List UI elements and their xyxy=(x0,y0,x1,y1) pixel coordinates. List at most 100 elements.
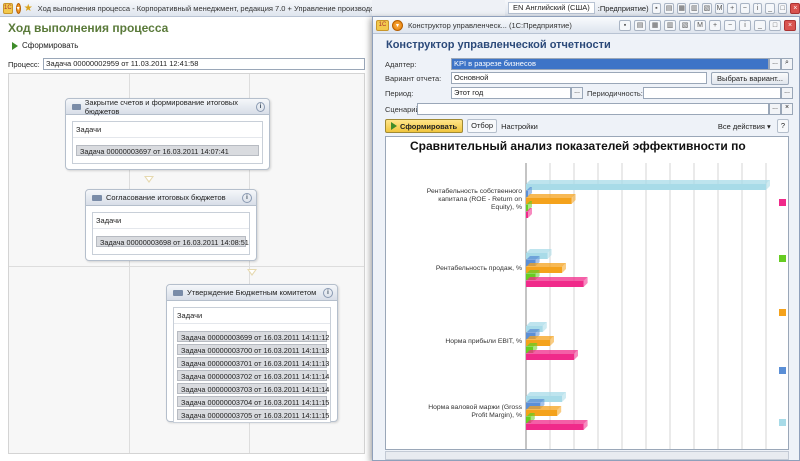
generate-label: Сформировать xyxy=(400,121,458,131)
maximize-icon[interactable]: □ xyxy=(777,2,788,14)
info-icon[interactable]: i xyxy=(242,192,252,203)
grid-icon[interactable]: ▧ xyxy=(702,2,712,14)
bar xyxy=(526,198,572,204)
save-icon[interactable]: ▪ xyxy=(619,19,631,31)
period-field[interactable]: Этот год xyxy=(451,87,571,99)
process-window: 1C ▾ ★ Ход выполнения процесса - Корпора… xyxy=(0,0,372,461)
menu-icon[interactable]: ▾ xyxy=(15,2,21,14)
maximize-icon[interactable]: □ xyxy=(769,19,781,31)
minimize-icon[interactable]: _ xyxy=(754,19,766,31)
help-button[interactable]: ? xyxy=(776,119,789,133)
bar xyxy=(526,354,574,360)
category-label: капитала (ROE - Return on xyxy=(438,196,522,203)
horizontal-scrollbar[interactable] xyxy=(385,451,789,460)
memory-minus-icon[interactable]: − xyxy=(724,19,736,31)
memory-plus-icon[interactable]: + xyxy=(727,2,737,14)
grid-line xyxy=(9,266,364,267)
bar-top xyxy=(526,420,588,424)
memory-plus-icon[interactable]: + xyxy=(709,19,721,31)
periodicity-label-text: Периодичность: xyxy=(587,89,643,98)
task-item[interactable]: Задача 00000003700 от 16.03.2011 14:11:1… xyxy=(177,344,329,355)
task-item[interactable]: Задача 00000003705 от 16.03.2011 14:11:1… xyxy=(177,409,329,420)
calc-icon[interactable]: ▦ xyxy=(676,2,687,14)
scenario-field[interactable] xyxy=(417,103,769,115)
bar-top xyxy=(526,406,562,410)
generate-button[interactable]: Сформировать xyxy=(385,119,464,133)
calc-icon[interactable]: ▦ xyxy=(649,19,661,31)
periodicity-select-button[interactable]: ... xyxy=(781,87,793,99)
tasks-list: Задачи Задача 00000003699 от 16.03.2011 … xyxy=(173,307,331,423)
bar xyxy=(526,281,584,287)
minimize-icon[interactable]: _ xyxy=(765,2,775,14)
play-icon xyxy=(12,41,18,50)
task-item[interactable]: Задача 00000003702 от 16.03.2011 14:11:1… xyxy=(177,370,329,381)
task-item[interactable]: Задача 00000003701 от 16.03.2011 14:11:1… xyxy=(177,357,329,368)
report-toolbar: Сформировать Отбор Настройки Все действи… xyxy=(385,118,789,134)
legend-swatch xyxy=(779,419,786,426)
main-titlebar-controls: EN Английский (США) :Предприятие) ▪ ▤ ▦ … xyxy=(505,0,800,17)
info-icon[interactable]: i xyxy=(255,101,265,112)
memory-icon[interactable]: M xyxy=(694,19,706,31)
process-step-card[interactable]: Закрытие счетов и формирование итоговых … xyxy=(65,98,270,170)
calendar-icon[interactable]: ▥ xyxy=(689,2,700,14)
choose-variant-button[interactable]: Выбрать вариант... xyxy=(711,72,789,85)
info-icon[interactable]: i xyxy=(323,287,333,298)
task-item[interactable]: Задача 00000003703 от 16.03.2011 14:11:1… xyxy=(177,383,329,394)
bar-top xyxy=(526,392,566,396)
keyboard-language[interactable]: EN Английский (США) xyxy=(508,2,595,14)
close-icon[interactable]: × xyxy=(790,2,800,14)
task-item[interactable]: Задача 00000003704 от 16.03.2011 14:11:1… xyxy=(177,396,329,407)
save-icon[interactable]: ▪ xyxy=(651,2,662,14)
all-actions-menu[interactable]: Все действия ▾ xyxy=(718,122,771,131)
clear-icon[interactable]: × xyxy=(781,103,793,115)
memory-icon[interactable]: M xyxy=(714,2,725,14)
app-name: :Предприятие) xyxy=(597,3,649,13)
task-item[interactable]: Задача 00000003697 от 16.03.2011 14:07:4… xyxy=(76,145,259,156)
settings-button[interactable]: Настройки xyxy=(501,122,538,131)
bar xyxy=(526,191,528,197)
select-dots-button[interactable]: ... xyxy=(769,58,781,70)
search-icon[interactable]: ⌕ xyxy=(781,58,793,70)
info-icon[interactable]: i xyxy=(752,2,763,14)
bar xyxy=(526,212,528,218)
period-label-text: Период: xyxy=(385,89,414,98)
close-icon[interactable]: × xyxy=(784,19,796,31)
step-title: Согласование итоговых бюджетов xyxy=(106,193,226,202)
step-icon xyxy=(72,103,81,110)
calendar-icon[interactable]: ▥ xyxy=(664,19,676,31)
run-button[interactable]: Сформировать xyxy=(12,41,78,50)
adapter-label: Адаптер: xyxy=(385,60,416,69)
adapter-field[interactable]: KPI в разрезе бизнесов xyxy=(451,58,769,70)
adapter-label-text: Адаптер: xyxy=(385,60,417,69)
favorite-star-icon[interactable]: ★ xyxy=(24,3,33,14)
process-step-card[interactable]: Согласование итоговых бюджетов i Задачи З… xyxy=(85,189,257,261)
memory-minus-icon[interactable]: − xyxy=(739,2,750,14)
variant-field[interactable]: Основной xyxy=(451,72,707,84)
step-icon xyxy=(92,194,102,201)
task-item[interactable]: Задача 00000003698 от 16.03.2011 14:08:5… xyxy=(96,236,249,247)
report-builder-window: 1C ▾ Конструктор управленческ... (1С:Пре… xyxy=(372,16,800,461)
bar-top xyxy=(526,180,770,184)
print-icon[interactable]: ▤ xyxy=(634,19,646,31)
process-step-card[interactable]: Утверждение Бюджетным комитетом i Задачи … xyxy=(166,284,338,423)
grid-icon[interactable]: ▧ xyxy=(679,19,691,31)
menu-icon[interactable]: ▾ xyxy=(392,19,403,31)
print-icon[interactable]: ▤ xyxy=(664,2,674,14)
report-window-titlebar: 1C ▾ Конструктор управленческ... (1С:Пре… xyxy=(373,17,799,34)
process-map: Закрытие счетов и формирование итоговых … xyxy=(8,73,365,454)
bar-chart: Рентабельность собственногокапитала (ROE… xyxy=(427,163,786,449)
periodicity-field[interactable] xyxy=(643,87,781,99)
report-title: Конструктор управленческой отчетности xyxy=(386,39,611,51)
app-logo-icon[interactable]: 1C xyxy=(376,19,389,31)
bar xyxy=(526,205,528,211)
process-field[interactable]: Задача 00000002959 от 11.03.2011 12:41:5… xyxy=(43,58,365,70)
periodicity-label: Периодичность: xyxy=(587,89,643,98)
app-logo-icon[interactable]: 1C xyxy=(3,2,13,14)
period-select-button[interactable]: ... xyxy=(571,87,583,99)
run-button-label: Сформировать xyxy=(22,41,79,50)
info-icon[interactable]: i xyxy=(739,19,751,31)
scenario-select-button[interactable]: ... xyxy=(769,103,781,115)
variant-label-text: Вариант отчета: xyxy=(385,74,442,83)
task-item[interactable]: Задача 00000003699 от 16.03.2011 14:11:1… xyxy=(177,331,329,342)
selection-button[interactable]: Отбор xyxy=(467,119,498,133)
